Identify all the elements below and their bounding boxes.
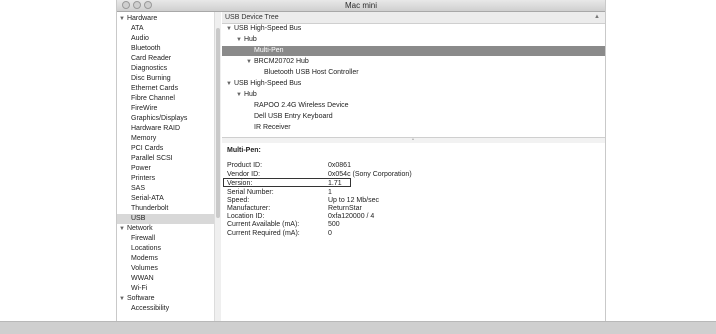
sidebar-item-disc-burning[interactable]: Disc Burning: [117, 74, 214, 84]
property-key: Current Available (mA):: [227, 221, 300, 228]
sidebar-item-thunderbolt[interactable]: Thunderbolt: [117, 204, 214, 214]
tree-row-label: Dell USB Entry Keyboard: [254, 113, 333, 120]
sidebar-item-usb[interactable]: USB: [117, 214, 214, 224]
tree-row[interactable]: ▼ Hub: [222, 90, 605, 100]
disclosure-triangle-icon[interactable]: ▼: [246, 57, 252, 67]
bottom-bar: [0, 321, 716, 334]
tree-row-label: Hub: [243, 36, 257, 43]
disclosure-triangle-icon[interactable]: ▼: [226, 24, 232, 34]
title-bar: Mac mini: [117, 0, 605, 12]
tree-header-label: USB Device Tree: [225, 14, 279, 21]
property-value: 0: [328, 230, 332, 237]
property-key: Product ID:: [227, 162, 263, 169]
sidebar-category-label: Software: [126, 295, 155, 302]
sidebar-category-hardware[interactable]: ▼ Hardware: [117, 14, 216, 24]
tree-row[interactable]: Bluetooth USB Host Controller: [222, 68, 605, 78]
sidebar-item-ethernet-cards[interactable]: Ethernet Cards: [117, 84, 214, 94]
tree-row[interactable]: IR Receiver: [222, 123, 605, 133]
sidebar-item-power[interactable]: Power: [117, 164, 214, 174]
tree-row-label: IR Receiver: [254, 124, 291, 131]
sidebar-item-accessibility[interactable]: Accessibility: [117, 304, 214, 314]
tree-row[interactable]: ▼ BRCM20702 Hub: [222, 57, 605, 67]
sidebar-item-firewire[interactable]: FireWire: [117, 104, 214, 114]
system-information-window: Mac mini ▼ Hardware ATA Audio Bluetooth Card …: [116, 0, 606, 321]
tree-row[interactable]: ▼ Hub: [222, 35, 605, 45]
tree-row-label: USB High-Speed Bus: [233, 25, 302, 32]
version-highlight-box: [223, 178, 351, 187]
disclosure-triangle-icon[interactable]: ▼: [119, 294, 125, 304]
tree-row[interactable]: ▼ USB High-Speed Bus: [222, 79, 605, 89]
property-row: Current Required (mA): 0: [227, 229, 527, 238]
disclosure-triangle-icon[interactable]: ▼: [236, 35, 242, 45]
sidebar-item-diagnostics[interactable]: Diagnostics: [117, 64, 214, 74]
tree-row[interactable]: Dell USB Entry Keyboard: [222, 112, 605, 122]
usb-device-tree: USB Device Tree ▲ ▼ USB High-Speed Bus ▼ Hu…: [222, 12, 605, 137]
tree-header[interactable]: USB Device Tree ▲: [222, 12, 605, 24]
sidebar-item-printers[interactable]: Printers: [117, 174, 214, 184]
property-value: 0x0861: [328, 162, 351, 169]
property-row: Current Available (mA): 500: [227, 220, 527, 229]
sidebar-item-volumes[interactable]: Volumes: [117, 264, 214, 274]
sidebar-item-bluetooth[interactable]: Bluetooth: [117, 44, 214, 54]
sidebar-item-sas[interactable]: SAS: [117, 184, 214, 194]
tree-row-label: Bluetooth USB Host Controller: [264, 69, 359, 76]
splitter-handle-icon[interactable]: •: [410, 138, 416, 143]
property-key: Current Required (mA):: [227, 230, 300, 237]
detail-title: Multi-Pen:: [227, 147, 261, 154]
tree-row-label: RAPOO 2.4G Wireless Device: [254, 102, 349, 109]
sidebar-item-ata[interactable]: ATA: [117, 24, 214, 34]
sidebar-item-wwan[interactable]: WWAN: [117, 274, 214, 284]
tree-row-label: USB High-Speed Bus: [233, 80, 302, 87]
window-title: Mac mini: [344, 1, 377, 10]
sidebar-item-locations[interactable]: Locations: [117, 244, 214, 254]
disclosure-triangle-icon[interactable]: ▼: [119, 14, 125, 24]
tree-row[interactable]: RAPOO 2.4G Wireless Device: [222, 101, 605, 111]
sidebar-item-fibre-channel[interactable]: Fibre Channel: [117, 94, 214, 104]
tree-row[interactable]: ▼ USB High-Speed Bus: [222, 24, 605, 34]
sidebar-item-hardware-raid[interactable]: Hardware RAID: [117, 124, 214, 134]
sidebar-item-wi-fi[interactable]: Wi-Fi: [117, 284, 214, 294]
sidebar-category-label: Hardware: [126, 15, 158, 22]
sidebar-category-label: Network: [126, 225, 153, 232]
tree-row-label: Hub: [243, 91, 257, 98]
tree-row[interactable]: Multi-Pen: [222, 46, 605, 56]
disclosure-triangle-icon[interactable]: ▼: [226, 79, 232, 89]
sidebar-scroll-thumb[interactable]: [216, 28, 220, 218]
sidebar-item-parallel-scsi[interactable]: Parallel SCSI: [117, 154, 214, 164]
sidebar-item-memory[interactable]: Memory: [117, 134, 214, 144]
sidebar-item-pci-cards[interactable]: PCI Cards: [117, 144, 214, 154]
sidebar-item-graphics-displays[interactable]: Graphics/Displays: [117, 114, 214, 124]
sidebar-item-modems[interactable]: Modems: [117, 254, 214, 264]
sidebar-category-software[interactable]: ▼ Software: [117, 294, 216, 304]
sidebar-item-card-reader[interactable]: Card Reader: [117, 54, 214, 64]
sidebar: ▼ Hardware ATA Audio Bluetooth Card Reader Dia…: [117, 12, 218, 321]
detail-pane: Multi-Pen: Product ID: 0x0861 Vendor ID: 0x…: [222, 143, 605, 321]
tree-row-label: BRCM20702 Hub: [253, 58, 309, 65]
sidebar-item-firewall[interactable]: Firewall: [117, 234, 214, 244]
disclosure-triangle-icon[interactable]: ▼: [236, 90, 242, 100]
property-row: Product ID: 0x0861: [227, 161, 527, 170]
sidebar-item-serial-ata[interactable]: Serial-ATA: [117, 194, 214, 204]
sidebar-category-network[interactable]: ▼ Network: [117, 224, 216, 234]
disclosure-triangle-icon[interactable]: ▼: [119, 224, 125, 234]
property-value: 500: [328, 221, 340, 228]
tree-row-label: Multi-Pen: [254, 47, 284, 54]
sort-arrow-icon: ▲: [594, 14, 600, 20]
sidebar-item-audio[interactable]: Audio: [117, 34, 214, 44]
sidebar-scrollbar[interactable]: [214, 12, 221, 321]
